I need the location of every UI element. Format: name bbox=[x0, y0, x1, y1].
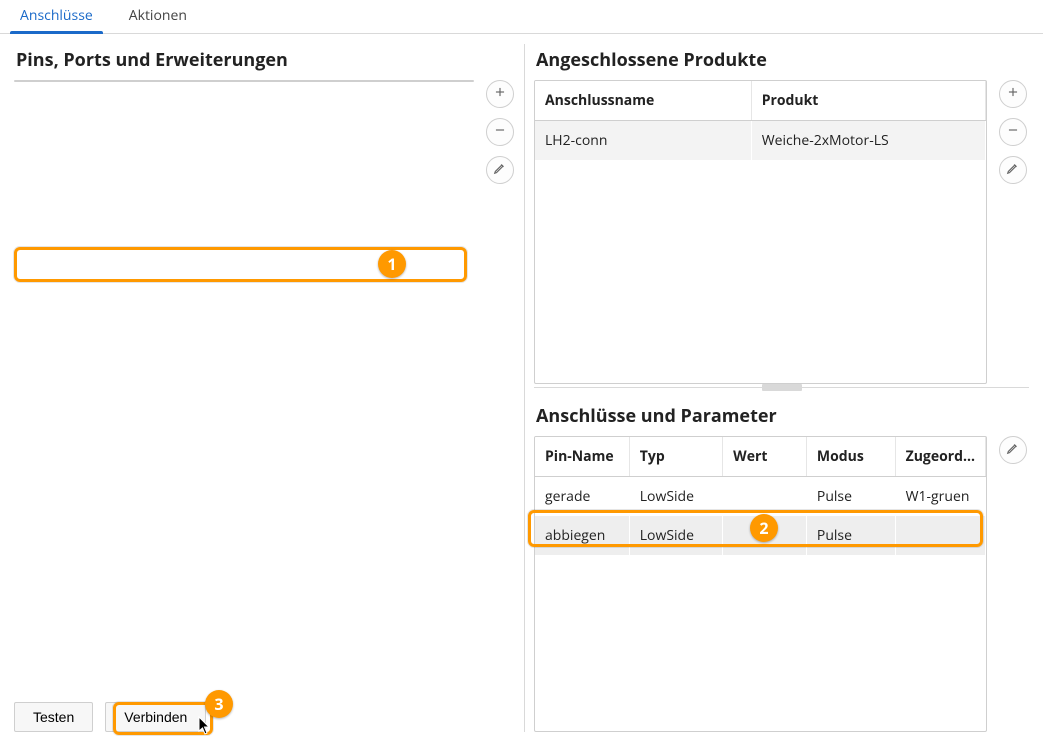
table-row[interactable]: abbiegenLowSide Pulse bbox=[535, 516, 986, 555]
params-table: Pin-Name Typ Wert Modus Zugeord... gerad… bbox=[535, 437, 986, 555]
cell-pin: gerade bbox=[535, 477, 629, 517]
edit-param-button[interactable] bbox=[999, 436, 1027, 464]
params-title: Anschlüsse und Parameter bbox=[536, 404, 1029, 428]
cell-assigned: W1-gruen bbox=[895, 477, 985, 517]
cell-assigned bbox=[895, 516, 985, 555]
add-button[interactable] bbox=[486, 80, 514, 108]
splitter-handle-icon bbox=[762, 384, 802, 391]
plus-icon bbox=[493, 85, 507, 104]
remove-product-button[interactable] bbox=[999, 118, 1027, 146]
products-table-panel: Anschlussname Produkt LH2-connWeiche-2xM… bbox=[534, 80, 987, 384]
minus-icon bbox=[493, 123, 507, 142]
vertical-splitter[interactable] bbox=[522, 44, 528, 732]
connect-button[interactable]: Verbinden bbox=[105, 702, 206, 732]
minus-icon bbox=[1006, 123, 1020, 142]
top-tabs: Anschlüsse Aktionen bbox=[0, 0, 1043, 34]
col-pin-name[interactable]: Pin-Name bbox=[535, 437, 629, 477]
edit-button[interactable] bbox=[486, 156, 514, 184]
params-table-panel: Pin-Name Typ Wert Modus Zugeord... gerad… bbox=[534, 436, 987, 732]
cell-value bbox=[723, 516, 807, 555]
cell-type: LowSide bbox=[629, 516, 722, 555]
button-label: Testen bbox=[33, 709, 74, 725]
pencil-icon bbox=[493, 161, 507, 180]
col-modus[interactable]: Modus bbox=[806, 437, 895, 477]
pencil-icon bbox=[1006, 441, 1020, 460]
tab-aktionen[interactable]: Aktionen bbox=[117, 0, 199, 33]
pencil-icon bbox=[1006, 161, 1020, 180]
cell-product: Weiche-2xMotor-LS bbox=[751, 121, 985, 161]
cell-mode: Pulse bbox=[806, 477, 895, 517]
col-zugeordnet[interactable]: Zugeord... bbox=[895, 437, 985, 477]
col-typ[interactable]: Typ bbox=[629, 437, 722, 477]
cell-value bbox=[723, 477, 807, 517]
edit-product-button[interactable] bbox=[999, 156, 1027, 184]
col-produkt[interactable]: Produkt bbox=[751, 81, 985, 121]
table-row[interactable]: LH2-connWeiche-2xMotor-LS bbox=[535, 121, 986, 161]
tree-panel: Anschlüsse Pin IRPort-1 (SerialModulated… bbox=[14, 80, 474, 82]
tab-anschluesse[interactable]: Anschlüsse bbox=[8, 0, 105, 33]
tab-label: Anschlüsse bbox=[20, 6, 93, 25]
cell-pin: abbiegen bbox=[535, 516, 629, 555]
horizontal-splitter[interactable] bbox=[534, 384, 1029, 392]
products-table: Anschlussname Produkt LH2-connWeiche-2xM… bbox=[535, 81, 986, 160]
cell-type: LowSide bbox=[629, 477, 722, 517]
cell-mode: Pulse bbox=[806, 516, 895, 555]
remove-button[interactable] bbox=[486, 118, 514, 146]
left-title: Pins, Ports und Erweiterungen bbox=[16, 48, 516, 72]
tab-label: Aktionen bbox=[129, 6, 187, 25]
products-title: Angeschlossene Produkte bbox=[536, 48, 1029, 72]
col-anschlussname[interactable]: Anschlussname bbox=[535, 81, 751, 121]
cell-name: LH2-conn bbox=[535, 121, 751, 161]
add-product-button[interactable] bbox=[999, 80, 1027, 108]
test-button[interactable]: Testen bbox=[14, 702, 93, 732]
plus-icon bbox=[1006, 85, 1020, 104]
table-row[interactable]: geradeLowSide PulseW1-gruen bbox=[535, 477, 986, 517]
button-label: Verbinden bbox=[124, 709, 187, 725]
col-wert[interactable]: Wert bbox=[723, 437, 807, 477]
